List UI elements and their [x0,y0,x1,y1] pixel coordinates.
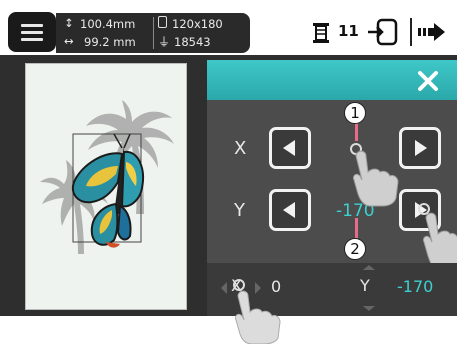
y-left-button[interactable] [269,189,311,231]
hoop-size: 120x180 [172,17,223,31]
hoop-preview[interactable] [25,63,187,310]
info-divider [153,17,154,49]
x-label: X [234,138,247,159]
embroidery-info-box: ↕ 100.4mm ↔ 99.2 mm 120x180 ⏚ 18543 [56,13,250,53]
thread-count: 11 [338,22,359,40]
left-triangle-icon [283,140,295,156]
right-triangle-icon [415,140,427,156]
hamburger-menu-icon [21,24,43,27]
width-value: 99.2 mm [84,35,136,49]
hoop-icon [158,16,167,28]
hamburger-bar [21,38,43,41]
spool-icon [313,23,329,43]
callout-line [355,123,358,141]
callout-line [355,218,358,238]
x-right-button[interactable] [399,127,441,169]
stitch-icon: ⏚ [158,35,171,49]
callout-2: 2 [344,238,366,260]
width-arrow-icon: ↔ [64,34,74,48]
hand-pointer-icon [235,290,281,344]
close-icon[interactable] [417,70,439,92]
butterfly-design [72,133,144,248]
toolbar-divider [410,18,412,46]
left-triangle-icon [283,202,295,218]
next-arrow-icon[interactable] [418,22,446,42]
hoop-move-icon[interactable] [366,18,400,46]
hand-pointer-icon [353,150,399,207]
touch-point-icon [418,203,430,215]
x-left-button[interactable] [269,127,311,169]
bottom-margin [0,316,457,344]
height-arrow-icon: ↕ [64,16,74,30]
menu-button[interactable] [8,12,56,52]
readout-y-value: -170 [397,277,434,296]
embroidery-design-preview [40,100,174,254]
panel-header [207,60,457,100]
hamburger-bar [21,31,43,34]
callout-1: 1 [344,102,366,124]
readout-y-label: Y [360,276,370,295]
stitch-count: 18543 [174,35,211,49]
y-label: Y [234,200,245,221]
height-value: 100.4mm [80,17,136,31]
